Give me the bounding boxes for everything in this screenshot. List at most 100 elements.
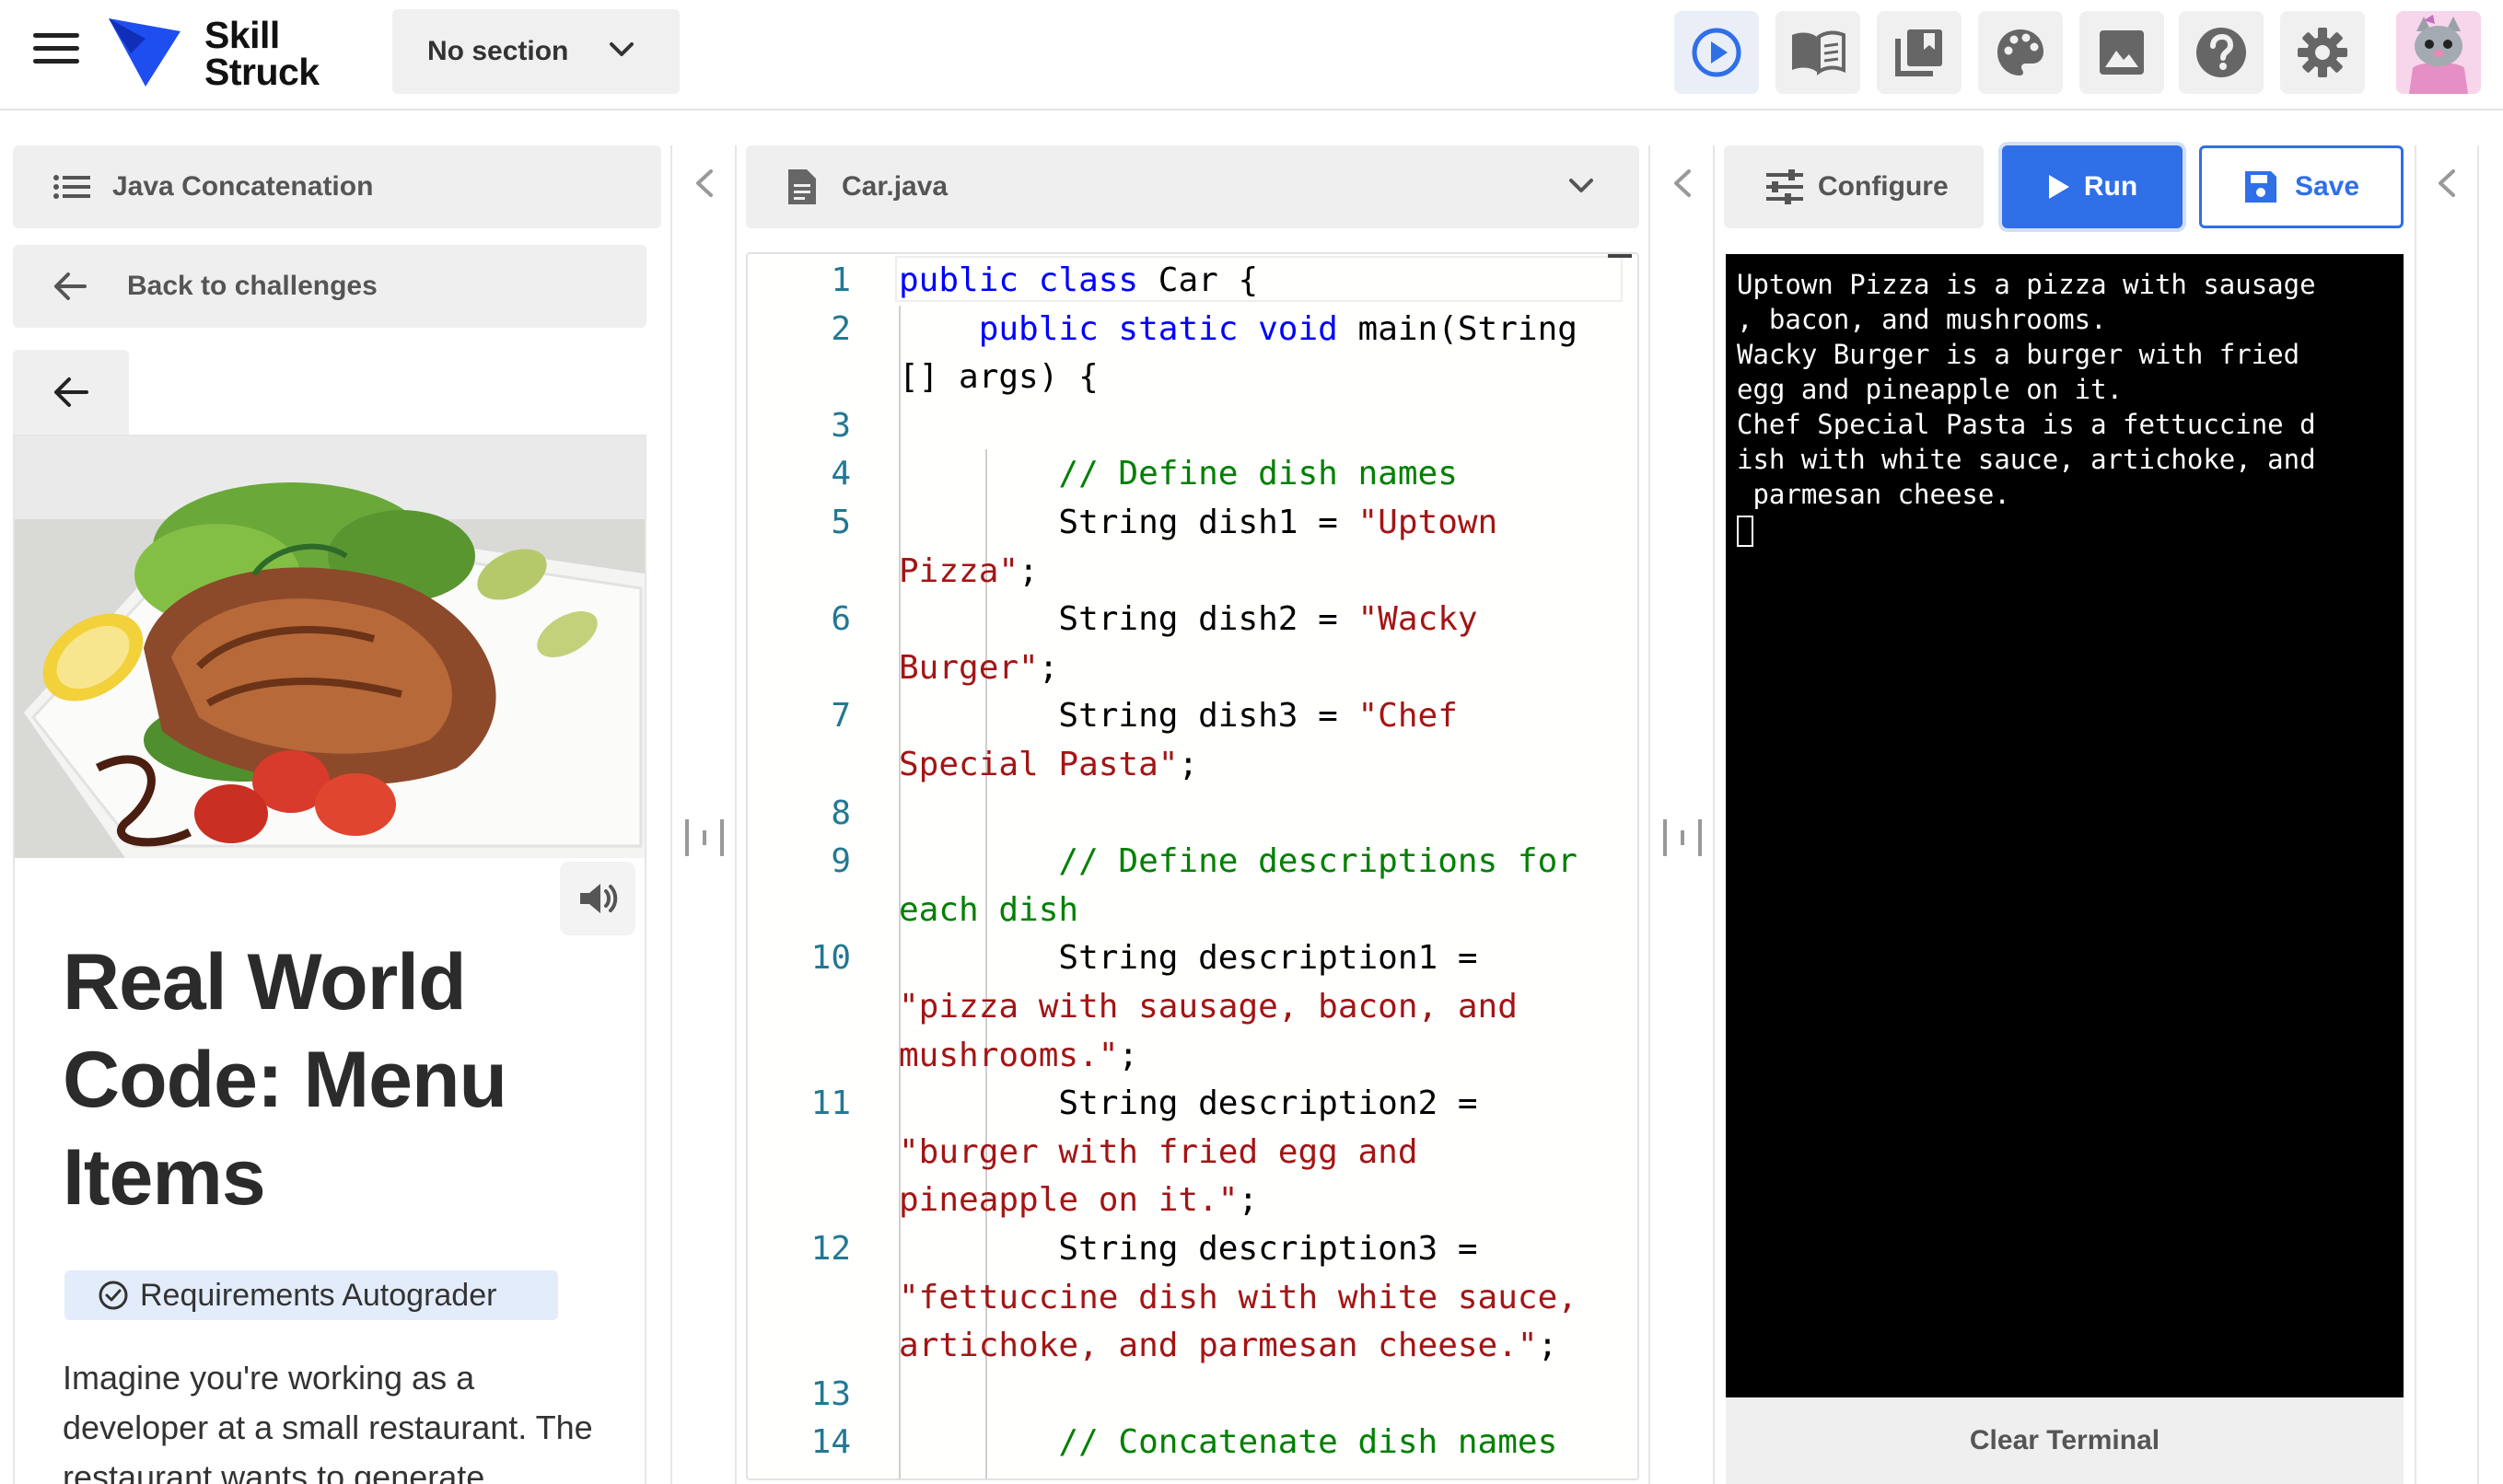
run-button[interactable]: Run (2002, 145, 2183, 228)
line-number: 9 (831, 842, 851, 881)
code-line[interactable]: artichoke, and parmesan cheese."; (748, 1321, 1637, 1370)
code-line[interactable]: 13 (748, 1370, 1637, 1419)
image-button[interactable] (2079, 11, 2164, 94)
line-number: 14 (810, 1423, 851, 1462)
far-right-splitter[interactable] (2415, 145, 2479, 1484)
line-number: 2 (831, 309, 851, 348)
help-button[interactable] (2179, 11, 2264, 94)
autograder-badge[interactable]: Requirements Autograder (64, 1270, 558, 1320)
terminal-line: , bacon, and mushrooms. (1737, 304, 2107, 335)
chevron-left-icon[interactable] (1671, 168, 1694, 199)
configure-button[interactable]: Configure (1724, 145, 1984, 228)
logo-text: Skill Struck (204, 14, 320, 93)
terminal-line: egg and pineapple on it. (1737, 374, 2124, 405)
code-line[interactable]: 1 public class Car { (748, 256, 1637, 305)
terminal-prompt (1737, 512, 2392, 547)
file-name: Car.java (842, 171, 949, 202)
chevron-left-icon[interactable] (693, 168, 716, 199)
code-line[interactable]: "pizza with sausage, bacon, and (748, 982, 1637, 1031)
line-number: 1 (831, 261, 851, 299)
audio-button[interactable] (560, 862, 635, 935)
speaker-icon (580, 884, 618, 913)
list-icon (53, 175, 90, 199)
code-editor[interactable]: 1 public class Car {2 public static void … (746, 252, 1639, 1480)
book-icon (1792, 30, 1845, 75)
terminal-line: Chef Special Pasta is a fettuccine d (1737, 409, 2316, 440)
code-token: String description3 = (899, 1230, 1478, 1268)
code-line[interactable]: "fettuccine dish with white sauce, (748, 1273, 1637, 1322)
code-line[interactable]: 2 public static void main(String (748, 305, 1637, 354)
code-line[interactable]: 14 // Concatenate dish names (748, 1418, 1637, 1467)
code-line[interactable]: Pizza"; (748, 547, 1637, 596)
left-panel-splitter[interactable] (670, 145, 737, 1484)
configure-label: Configure (1818, 171, 1949, 202)
code-text: "fettuccine dish with white sauce, (899, 1273, 1577, 1322)
book-button[interactable] (1775, 11, 1860, 94)
code-token: "fettuccine dish with white sauce, (899, 1278, 1577, 1316)
lesson-image (15, 436, 645, 858)
code-line[interactable]: mushrooms."; (748, 1031, 1637, 1080)
back-button[interactable] (13, 350, 129, 435)
code-line[interactable]: 4 // Define dish names (748, 449, 1637, 498)
arrow-left-icon (54, 377, 88, 407)
code-line[interactable]: 10 String description1 = (748, 933, 1637, 982)
user-avatar[interactable] (2396, 11, 2481, 94)
code-text: // Define dish names (899, 449, 1458, 498)
code-token: // Concatenate dish names (1058, 1423, 1558, 1462)
code-line[interactable]: Burger"; (748, 643, 1637, 692)
back-to-challenges-button[interactable]: Back to challenges (13, 245, 646, 328)
code-token: ; (1019, 551, 1039, 590)
file-selector[interactable]: Car.java (746, 145, 1639, 228)
code-token: each dish (899, 890, 1079, 929)
code-line[interactable]: 5 String dish1 = "Uptown (748, 498, 1637, 547)
lesson-menu-button[interactable]: Java Concatenation (13, 145, 661, 228)
save-button[interactable]: Save (2199, 145, 2404, 228)
terminal-output[interactable]: Uptown Pizza is a pizza with sausage , ba… (1726, 254, 2404, 1397)
code-line[interactable]: 8 (748, 789, 1637, 838)
code-line[interactable]: each dish (748, 886, 1637, 934)
resize-grip-icon[interactable] (683, 816, 726, 860)
code-text: Burger"; (899, 643, 1058, 692)
resize-grip-icon[interactable] (1661, 816, 1704, 860)
code-token: // Define dish names (1058, 455, 1458, 493)
code-text: public class Car { (899, 256, 1258, 305)
skill-struck-logo[interactable]: Skill Struck (103, 11, 343, 94)
top-bar: Skill Struck No section (0, 0, 2503, 110)
code-token: String description2 = (899, 1084, 1478, 1123)
code-text: String description2 = (899, 1079, 1478, 1128)
line-number: 13 (810, 1374, 851, 1413)
hamburger-menu-icon[interactable] (33, 33, 79, 72)
help-icon (2196, 28, 2246, 77)
code-line[interactable]: pineapple on it."; (748, 1176, 1637, 1224)
cat-avatar-icon (2396, 11, 2481, 94)
code-text: String description1 = (899, 933, 1477, 982)
play-icon (2048, 175, 2069, 199)
code-line[interactable]: 3 (748, 401, 1637, 450)
code-line[interactable]: 12 String description3 = (748, 1224, 1637, 1273)
code-line[interactable]: 11 String description2 = (748, 1079, 1637, 1128)
run-label: Run (2083, 171, 2138, 202)
code-text: [] args) { (899, 353, 1099, 401)
code-line[interactable]: [] args) { (748, 353, 1637, 401)
code-line[interactable]: 6 String dish2 = "Wacky (748, 595, 1637, 643)
terminal-line: ish with white sauce, artichoke, and (1737, 444, 2316, 475)
code-token: "Wacky (1357, 600, 1478, 639)
autograder-label: Requirements Autograder (140, 1277, 497, 1313)
line-number: 8 (831, 794, 851, 832)
settings-button[interactable] (2280, 11, 2365, 94)
clear-terminal-button[interactable]: Clear Terminal (1726, 1397, 2404, 1484)
code-line[interactable]: Special Pasta"; (748, 740, 1637, 789)
play-circle-button[interactable] (1674, 11, 1759, 94)
code-text: Special Pasta"; (899, 740, 1198, 789)
palette-button[interactable] (1978, 11, 2063, 94)
chevron-left-icon[interactable] (2435, 168, 2459, 199)
right-panel-splitter[interactable] (1648, 145, 1715, 1484)
code-line[interactable]: 9 // Define descriptions for (748, 837, 1637, 886)
library-button[interactable] (1877, 11, 1962, 94)
section-dropdown[interactable]: No section (392, 9, 680, 94)
code-line[interactable]: "burger with fried egg and (748, 1128, 1637, 1177)
save-icon (2244, 171, 2276, 203)
code-line[interactable]: 7 String dish3 = "Chef (748, 691, 1637, 740)
